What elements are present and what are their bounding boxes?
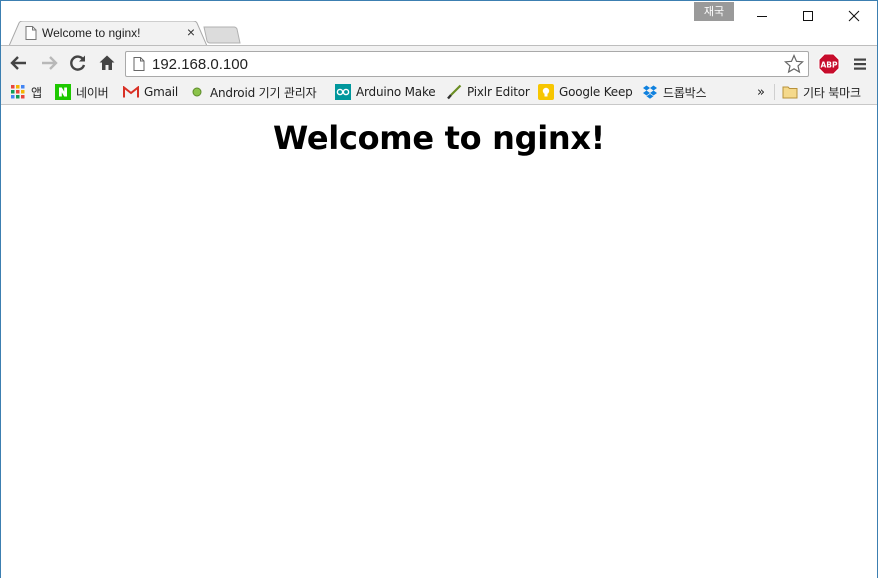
address-bar[interactable]	[125, 51, 809, 77]
minimize-icon	[757, 16, 767, 17]
bookmark-gmail[interactable]: Gmail	[123, 81, 178, 103]
new-tab-button[interactable]	[203, 26, 241, 44]
bookmark-label: Google Keep	[559, 85, 633, 99]
bookmark-label: 네이버	[76, 85, 109, 100]
hamburger-icon	[854, 58, 866, 70]
browser-window: Welcome to nginx! × 재국 192.168.0.100 ABP…	[0, 0, 878, 578]
tab-close-button[interactable]: ×	[184, 24, 198, 40]
bookmark-label: Pixlr Editor	[467, 85, 530, 99]
bookmark-arduino-make[interactable]: Arduino Make	[335, 81, 436, 103]
url-input[interactable]	[152, 56, 772, 73]
maximize-icon	[803, 11, 813, 21]
page-icon	[25, 26, 37, 40]
other-bookmarks-folder[interactable]: 기타 북마크	[782, 81, 861, 103]
minimize-button[interactable]	[739, 3, 785, 29]
bookmark-label: 드롭박스	[663, 85, 707, 100]
svg-text:ABP: ABP	[820, 61, 838, 70]
bookmark-label: 앱	[31, 85, 42, 100]
home-icon	[99, 55, 115, 70]
arrow-right-icon	[42, 56, 58, 70]
gmail-icon	[123, 84, 139, 100]
menu-button[interactable]	[849, 53, 871, 75]
bookmark-label: Arduino Make	[356, 85, 436, 99]
bookmark-google-keep[interactable]: Google Keep	[538, 81, 633, 103]
page-heading: Welcome to nginx!	[273, 119, 605, 157]
reload-icon	[70, 55, 86, 71]
back-button[interactable]	[7, 51, 31, 75]
brush-icon	[446, 84, 462, 100]
bookmark-label: 기타 북마크	[803, 85, 861, 100]
bookmark-star-button[interactable]	[783, 53, 805, 77]
star-icon	[783, 53, 805, 74]
forward-button[interactable]	[37, 51, 61, 75]
profile-button[interactable]: 재국	[694, 2, 734, 21]
bookmark-label: Android 기기 관리자	[210, 85, 317, 100]
naver-icon	[55, 84, 71, 100]
adblock-icon: ABP	[818, 53, 840, 75]
bookmark-dropbox[interactable]: 드롭박스	[642, 81, 707, 103]
bookmark-pixlr-editor[interactable]: Pixlr Editor	[446, 81, 530, 103]
page-icon	[133, 57, 145, 74]
bookmarks-divider	[774, 84, 775, 100]
bookmarks-overflow-button[interactable]: »	[757, 81, 765, 103]
tab-strip: Welcome to nginx! × 재국	[1, 1, 877, 46]
tab-active[interactable]: Welcome to nginx! ×	[9, 21, 207, 46]
close-icon	[848, 10, 860, 22]
apps-grid-icon	[10, 84, 26, 100]
home-button[interactable]	[95, 51, 119, 75]
reload-button[interactable]	[66, 51, 90, 75]
arduino-icon	[335, 84, 351, 100]
android-icon	[189, 84, 205, 100]
toolbar: ABP	[1, 45, 877, 79]
bookmark-android-device-manager[interactable]: Android 기기 관리자	[189, 81, 317, 103]
lightbulb-icon	[538, 84, 554, 100]
bookmarks-bar: 앱 네이버 Gmail Android 기기 관리자 Arduino Make	[1, 79, 877, 105]
new-tab-icon	[203, 26, 241, 44]
page-content: Welcome to nginx!	[1, 106, 877, 578]
arrow-left-icon	[10, 56, 26, 70]
bookmark-apps[interactable]: 앱	[10, 81, 42, 103]
adblock-plus-button[interactable]: ABP	[818, 53, 840, 75]
dropbox-icon	[642, 84, 658, 100]
folder-icon	[782, 84, 798, 100]
maximize-button[interactable]	[785, 3, 831, 29]
window-close-button[interactable]	[831, 3, 877, 29]
bookmark-naver[interactable]: 네이버	[55, 81, 109, 103]
tab-title: Welcome to nginx!	[42, 26, 141, 40]
bookmark-label: Gmail	[144, 85, 179, 99]
